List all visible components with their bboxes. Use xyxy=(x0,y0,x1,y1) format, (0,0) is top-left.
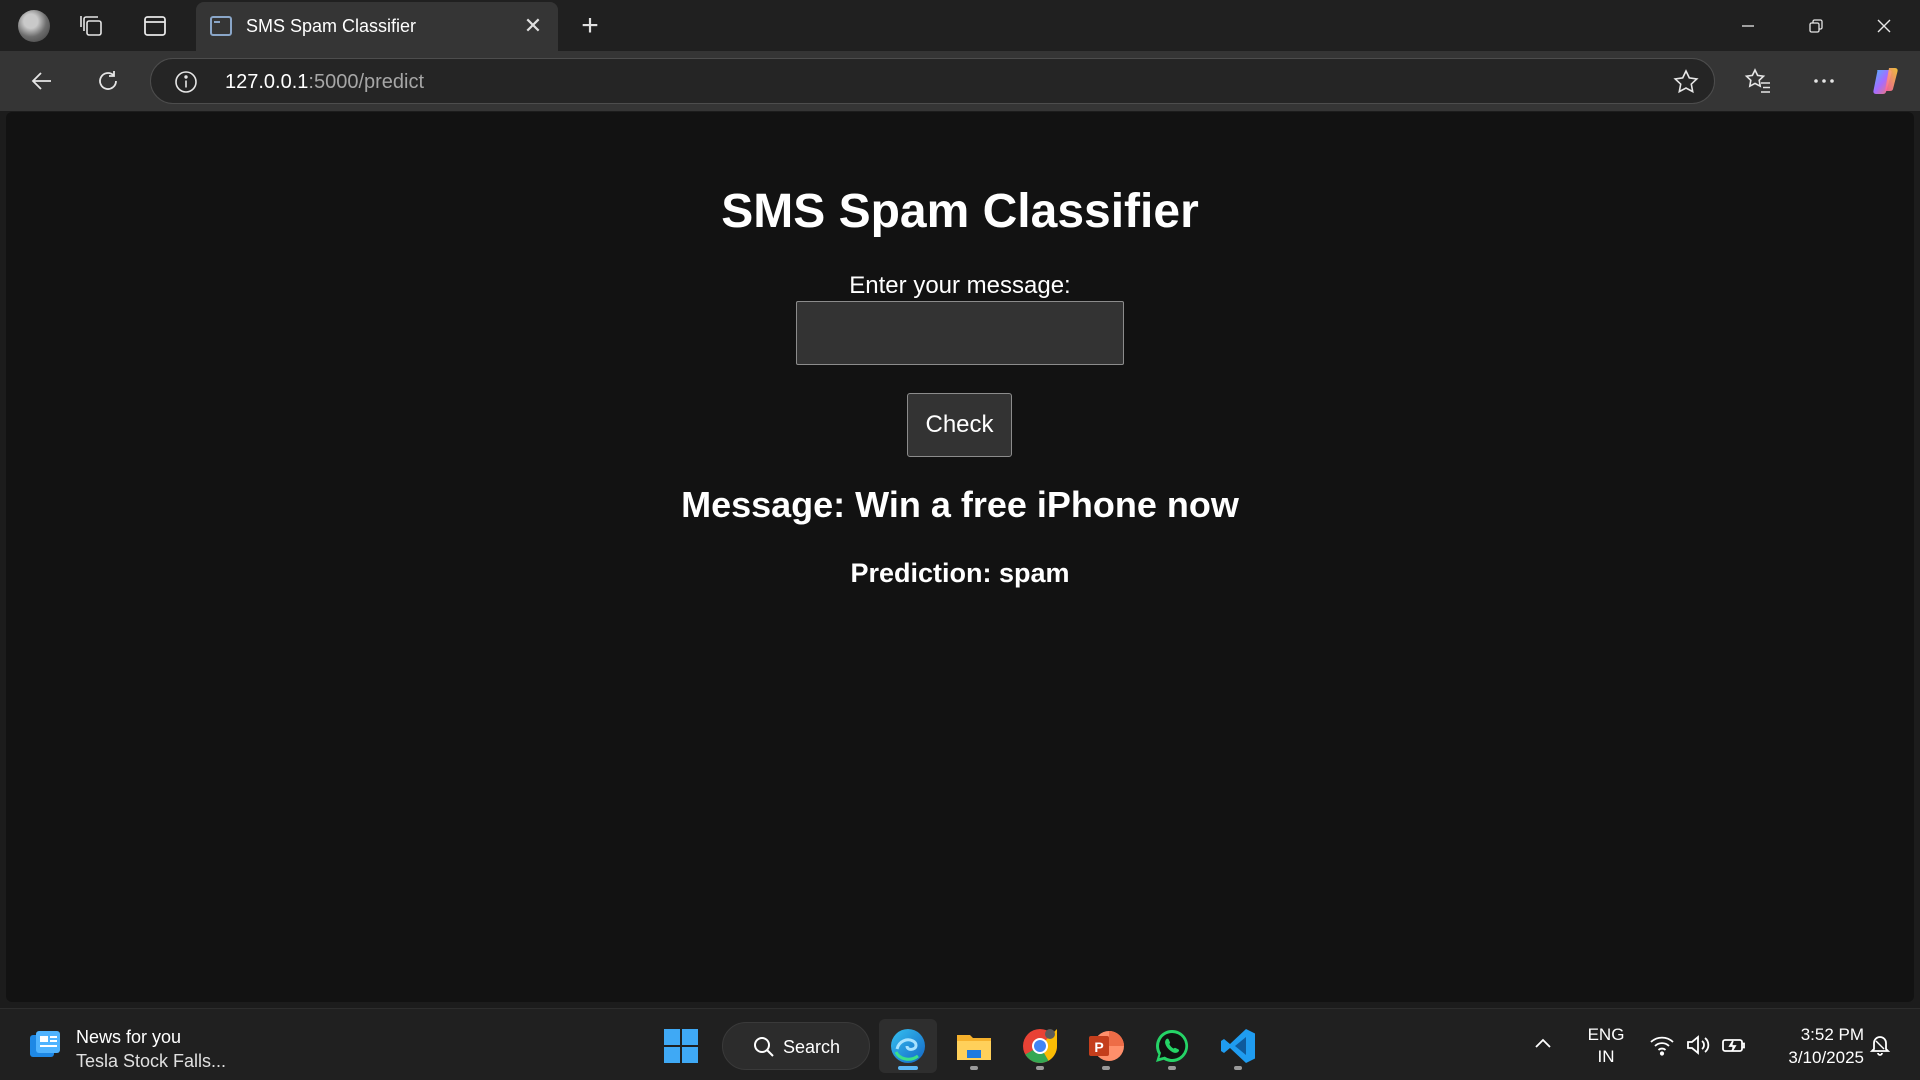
web-page: SMS Spam Classifier Enter your message: … xyxy=(6,112,1914,1002)
news-title: News for you xyxy=(76,1027,182,1047)
running-indicator xyxy=(1168,1066,1176,1070)
taskbar-vscode[interactable] xyxy=(1209,1019,1267,1073)
vertical-tabs-icon[interactable] xyxy=(135,6,175,46)
clock-date: 3/10/2025 xyxy=(1788,1048,1864,1067)
edge-icon xyxy=(891,1029,925,1063)
site-info-icon[interactable] xyxy=(173,69,199,95)
favorites-icon[interactable] xyxy=(1738,61,1778,101)
whatsapp-icon xyxy=(1156,1029,1189,1062)
url-path: :5000/predict xyxy=(308,71,425,93)
restore-button[interactable] xyxy=(1782,0,1850,51)
language-code: ENG xyxy=(1587,1025,1625,1044)
news-headline: Tesla Stock Falls... xyxy=(76,1051,227,1071)
new-tab-button[interactable]: + xyxy=(570,6,610,46)
browser-toolbar: 127.0.0.1:5000/predict xyxy=(0,51,1920,111)
back-button[interactable] xyxy=(22,61,62,101)
check-button[interactable]: Check xyxy=(907,393,1012,457)
system-clock[interactable]: 3:52 PM 3/10/2025 xyxy=(1764,1023,1864,1069)
windows-taskbar: News for you Tesla Stock Falls... Search… xyxy=(0,1008,1920,1080)
folder-icon xyxy=(957,1035,991,1060)
taskbar-chrome[interactable] xyxy=(1011,1019,1069,1073)
message-input-label: Enter your message: xyxy=(849,272,1071,299)
running-indicator xyxy=(1036,1066,1044,1070)
address-bar[interactable]: 127.0.0.1:5000/predict xyxy=(150,58,1715,104)
close-window-button[interactable] xyxy=(1850,0,1918,51)
workspaces-icon[interactable] xyxy=(72,6,112,46)
message-input[interactable] xyxy=(796,301,1124,365)
minimize-button[interactable] xyxy=(1714,0,1782,51)
search-icon xyxy=(754,1037,774,1057)
close-tab-icon[interactable]: ✕ xyxy=(518,11,548,41)
vscode-icon xyxy=(1221,1029,1255,1063)
active-indicator xyxy=(898,1066,918,1070)
reload-button[interactable] xyxy=(88,61,128,101)
notifications-bell-icon[interactable] xyxy=(1868,1033,1892,1057)
taskbar-file-explorer[interactable] xyxy=(945,1019,1003,1073)
volume-icon[interactable] xyxy=(1684,1031,1712,1059)
start-button[interactable] xyxy=(652,1019,710,1073)
url-host: 127.0.0.1 xyxy=(225,71,309,93)
language-region: IN xyxy=(1597,1047,1615,1066)
favorite-star-icon[interactable] xyxy=(1672,68,1700,96)
running-indicator xyxy=(970,1066,978,1070)
taskbar-powerpoint[interactable]: P xyxy=(1077,1019,1135,1073)
wifi-icon[interactable] xyxy=(1648,1031,1676,1059)
taskbar-whatsapp[interactable] xyxy=(1143,1019,1201,1073)
result-prediction: Prediction: spam xyxy=(850,558,1070,588)
input-language[interactable]: ENG IN xyxy=(1584,1024,1628,1068)
show-hidden-icons-icon[interactable] xyxy=(1530,1031,1556,1057)
page-title: SMS Spam Classifier xyxy=(721,185,1199,238)
search-label: Search xyxy=(783,1037,841,1057)
tab-title: SMS Spam Classifier xyxy=(246,16,417,36)
clock-time: 3:52 PM xyxy=(1800,1025,1864,1044)
windows-logo-icon xyxy=(664,1029,698,1063)
page-favicon-icon xyxy=(210,16,232,36)
avatar xyxy=(18,10,50,42)
tab-sms-spam-classifier[interactable]: SMS Spam Classifier ✕ xyxy=(196,2,558,51)
battery-charging-icon[interactable] xyxy=(1720,1031,1748,1059)
running-indicator xyxy=(1234,1066,1242,1070)
url-text[interactable]: 127.0.0.1:5000/predict xyxy=(225,71,424,94)
powerpoint-icon: P xyxy=(1089,1031,1124,1061)
chrome-icon xyxy=(1023,1029,1057,1063)
running-indicator xyxy=(1102,1066,1110,1070)
news-icon xyxy=(30,1031,60,1057)
browser-titlebar: SMS Spam Classifier ✕ + xyxy=(0,0,1920,51)
taskbar-search[interactable]: Search xyxy=(722,1022,870,1070)
result-message: Message: Win a free iPhone now xyxy=(681,484,1239,525)
more-options-icon[interactable] xyxy=(1804,61,1844,101)
news-widget[interactable]: News for you Tesla Stock Falls... xyxy=(26,1023,227,1071)
taskbar-edge[interactable] xyxy=(879,1019,937,1073)
copilot-icon[interactable] xyxy=(1866,61,1906,101)
svg-text:P: P xyxy=(1094,1039,1103,1055)
profile-avatar[interactable] xyxy=(14,6,54,46)
